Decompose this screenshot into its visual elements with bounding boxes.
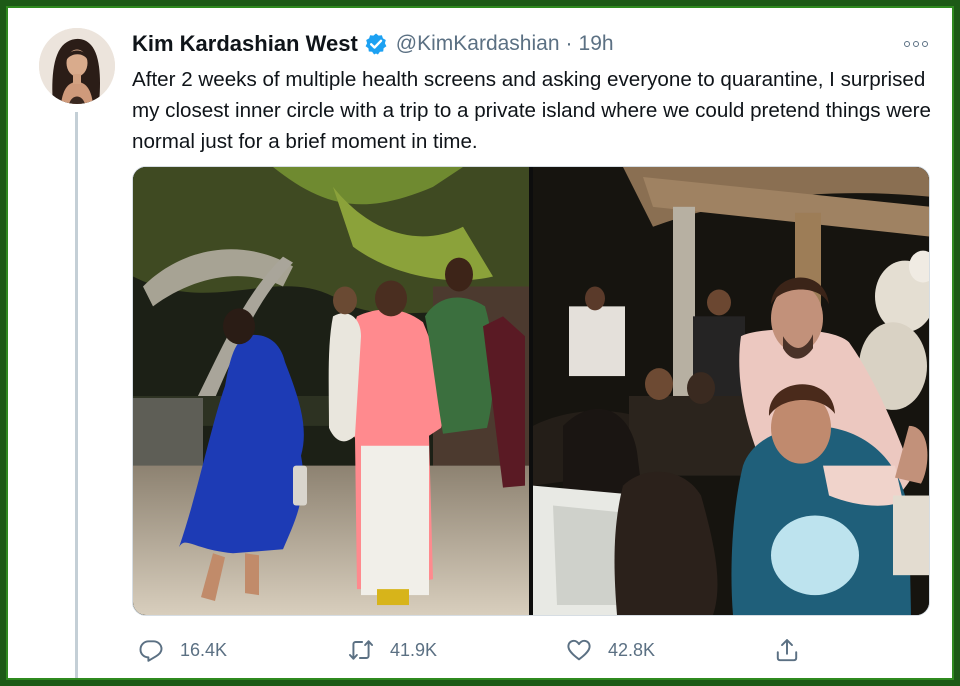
retweet-count: 41.9K [390, 639, 438, 660]
avatar[interactable] [39, 28, 115, 104]
screenshot-frame: Kim Kardashian West @KimKardashian · 19h… [6, 6, 954, 680]
share-button[interactable] [774, 632, 800, 668]
tweet-header: Kim Kardashian West @KimKardashian · 19h [132, 29, 614, 59]
verified-badge-icon [365, 33, 387, 55]
thread-line [75, 112, 78, 678]
retweet-button[interactable]: 41.9K [348, 632, 437, 668]
tweet-actions: 16.4K 41.9K 42.8K [132, 632, 822, 668]
tweet-media [132, 166, 930, 616]
separator-dot: · [565, 32, 573, 55]
author-handle[interactable]: @KimKardashian [396, 32, 560, 56]
reply-icon [139, 640, 163, 662]
like-count: 42.8K [608, 639, 656, 660]
like-button[interactable]: 42.8K [566, 632, 655, 668]
photo-beach-night-walk[interactable] [133, 167, 529, 615]
reply-count: 16.4K [180, 639, 228, 660]
heart-icon [567, 639, 591, 661]
author-name[interactable]: Kim Kardashian West [132, 31, 358, 57]
photo-dinner-party[interactable] [533, 167, 930, 615]
tweet-timestamp[interactable]: 19h [579, 32, 614, 56]
retweet-icon [348, 640, 374, 660]
share-icon [776, 639, 798, 662]
tweet: Kim Kardashian West @KimKardashian · 19h… [8, 8, 952, 678]
more-options-icon[interactable] [900, 34, 932, 54]
tweet-text: After 2 weeks of multiple health screens… [132, 68, 931, 153]
reply-button[interactable]: 16.4K [138, 632, 227, 668]
